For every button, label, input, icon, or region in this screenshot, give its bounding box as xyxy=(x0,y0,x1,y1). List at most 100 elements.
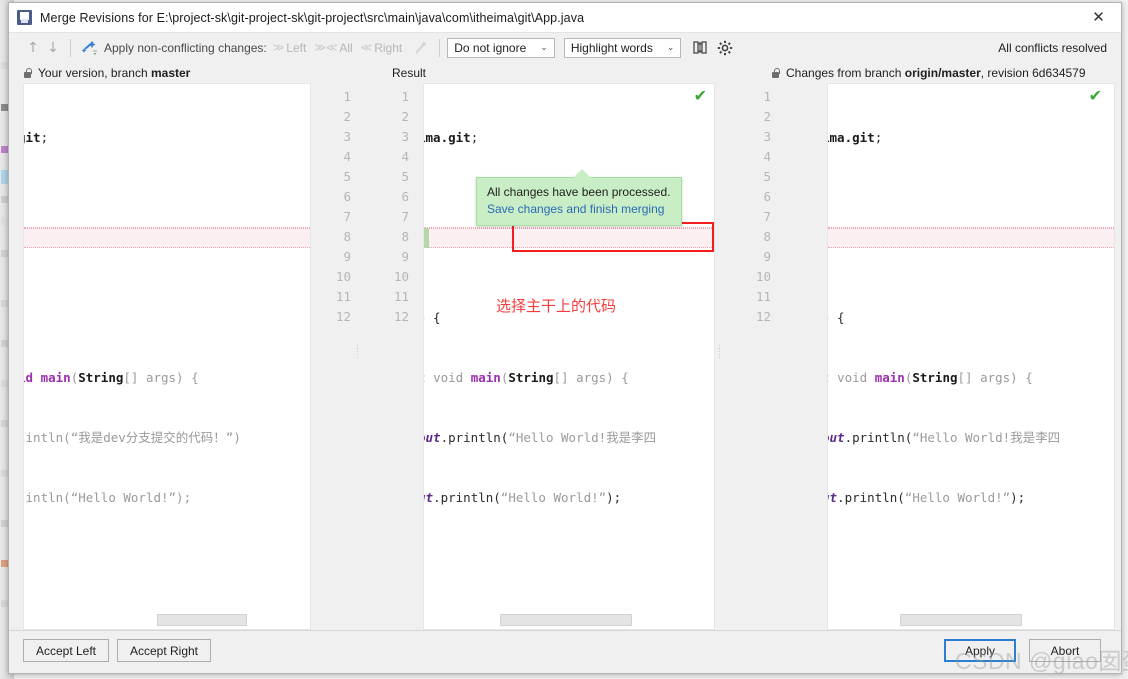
result-line-7: c void main(String[] args) { xyxy=(423,368,656,388)
left-pane-caption: Your version, branch master xyxy=(23,66,190,80)
line-number: 9 xyxy=(756,247,771,267)
apply-left-button[interactable]: ≫ Left xyxy=(273,41,307,55)
line-number: 1 xyxy=(336,87,351,107)
right-line-numbers: 123456789101112 xyxy=(756,87,771,327)
line-number: 3 xyxy=(336,127,351,147)
line-number: 2 xyxy=(756,107,771,127)
right-editor-pane[interactable]: ima.git; } { c void main(String[] args) … xyxy=(827,83,1115,630)
tooltip-save-link[interactable]: Save changes and finish merging xyxy=(487,201,671,218)
merge-status-tooltip[interactable]: All changes have been processed. Save ch… xyxy=(476,177,682,226)
result-line-numbers-left: 123456789101112 xyxy=(394,87,409,327)
intellij-merge-icon xyxy=(17,10,32,25)
apply-non-conflicting-label: Apply non-conflicting changes: xyxy=(104,41,267,55)
left-caption-text: Your version, branch xyxy=(38,66,151,80)
gear-icon[interactable] xyxy=(715,38,735,58)
right-line-8: out.println(“Hello World!我是李四 xyxy=(827,428,1060,448)
ignore-policy-value: Do not ignore xyxy=(454,41,526,55)
title-bar: Merge Revisions for E:\project-sk\git-pr… xyxy=(9,3,1121,33)
line-number: 10 xyxy=(756,267,771,287)
apply-non-conflicting-icon[interactable] xyxy=(78,38,100,58)
tooltip-line-1: All changes have been processed. xyxy=(487,184,671,201)
left-result-gutter: 123456789101112 123456789101112 :::: xyxy=(311,83,423,630)
conflict-status: All conflicts resolved xyxy=(998,33,1107,62)
result-code-text: ima.git; } { c void main(String[] args) … xyxy=(423,88,656,548)
toolbar: ↑ ↓ Apply non-conflicting changes: ≫ Lef… xyxy=(9,33,1121,63)
line-number: 6 xyxy=(336,187,351,207)
tooltip-arrow xyxy=(573,169,591,178)
apply-all-button[interactable]: ≫≪ All xyxy=(314,41,352,55)
right-caption-branch: origin/master xyxy=(905,66,981,80)
collapse-unchanged-icon[interactable] xyxy=(690,38,710,58)
csdn-watermark: CSDN @giao囡蛋 xyxy=(955,642,1128,676)
gutter-drag-handle-right[interactable]: :::: xyxy=(717,345,722,357)
chevron-down-icon: ⌄ xyxy=(540,43,548,53)
right-code-text: ima.git; } { c void main(String[] args) … xyxy=(827,88,1060,548)
line-number: 8 xyxy=(394,227,409,247)
toolbar-separator-1 xyxy=(70,39,71,57)
apply-right-label: Right xyxy=(374,41,402,55)
left-code-text: git; id main(String[] args) { :intln(“我是… xyxy=(23,88,241,548)
line-number: 12 xyxy=(756,307,771,327)
line-number: 7 xyxy=(336,207,351,227)
chevron-down-icon: ⌄ xyxy=(667,43,675,53)
apply-left-label: Left xyxy=(286,41,306,55)
close-icon[interactable]: ✕ xyxy=(1076,3,1121,31)
line-number: 11 xyxy=(336,287,351,307)
left-horizontal-scrollbar[interactable] xyxy=(157,614,247,626)
accept-left-button[interactable]: Accept Left xyxy=(23,639,109,662)
right-caption-text-a: Changes from branch xyxy=(786,66,905,80)
line-number: 7 xyxy=(394,207,409,227)
result-horizontal-scrollbar[interactable] xyxy=(500,614,632,626)
left-caption-branch: master xyxy=(151,66,190,80)
result-line-8: out.println(“Hello World!我是李四 xyxy=(423,428,656,448)
result-right-gutter: 123456789101112 :::: xyxy=(715,83,827,630)
result-line-1: ima.git; xyxy=(423,128,656,148)
line-number: 9 xyxy=(394,247,409,267)
left-line-7: id main(String[] args) { xyxy=(23,368,241,388)
highlight-policy-select[interactable]: Highlight words ⌄ xyxy=(564,38,682,58)
right-horizontal-scrollbar[interactable] xyxy=(900,614,1022,626)
line-number: 2 xyxy=(394,107,409,127)
line-number: 4 xyxy=(336,147,351,167)
result-caption: Result xyxy=(392,66,426,80)
result-editor-pane[interactable]: ima.git; } { c void main(String[] args) … xyxy=(423,83,715,630)
right-line-7: c void main(String[] args) { xyxy=(827,368,1060,388)
left-line-8: :intln(“我是dev分支提交的代码！”) xyxy=(23,428,241,448)
line-number: 6 xyxy=(394,187,409,207)
right-line-9: ut.println(“Hello World!”); xyxy=(827,488,1060,508)
pane-captions: Your version, branch master Result Chang… xyxy=(9,63,1121,83)
chevron-right-double-icon: ≫ xyxy=(273,41,285,54)
chevron-both-icon: ≫≪ xyxy=(314,41,337,54)
left-editor-pane[interactable]: git; id main(String[] args) { :intln(“我是… xyxy=(23,83,311,630)
left-line-numbers: 123456789101112 xyxy=(336,87,351,327)
next-difference-icon[interactable]: ↓ xyxy=(43,38,63,58)
line-number: 6 xyxy=(756,187,771,207)
ignore-policy-select[interactable]: Do not ignore ⌄ xyxy=(447,38,555,58)
result-line-9: ut.println(“Hello World!”); xyxy=(423,488,656,508)
line-number: 1 xyxy=(756,87,771,107)
annotation-select-trunk-code: 选择主干上的代码 xyxy=(496,295,616,316)
line-number: 9 xyxy=(336,247,351,267)
toolbar-separator-2 xyxy=(439,39,440,57)
line-number: 4 xyxy=(756,147,771,167)
previous-difference-icon[interactable]: ↑ xyxy=(23,38,43,58)
right-resolved-check-icon: ✔ xyxy=(1089,86,1102,105)
line-number: 1 xyxy=(394,87,409,107)
line-number: 10 xyxy=(336,267,351,287)
lock-icon xyxy=(771,68,780,79)
left-line-9: :intln(“Hello World!”); xyxy=(23,488,241,508)
line-number: 5 xyxy=(336,167,351,187)
line-number: 5 xyxy=(756,167,771,187)
apply-right-button[interactable]: ≪ Right xyxy=(361,41,403,55)
right-line-1: ima.git; xyxy=(827,128,1060,148)
line-number: 5 xyxy=(394,167,409,187)
line-number: 8 xyxy=(756,227,771,247)
chevron-left-double-icon: ≪ xyxy=(361,41,373,54)
left-line-1: git; xyxy=(23,128,241,148)
line-number: 7 xyxy=(756,207,771,227)
right-line-6: } { xyxy=(827,308,1060,328)
magic-wand-icon[interactable] xyxy=(410,38,432,58)
line-number: 4 xyxy=(394,147,409,167)
gutter-drag-handle[interactable]: :::: xyxy=(355,345,360,357)
accept-right-button[interactable]: Accept Right xyxy=(117,639,211,662)
